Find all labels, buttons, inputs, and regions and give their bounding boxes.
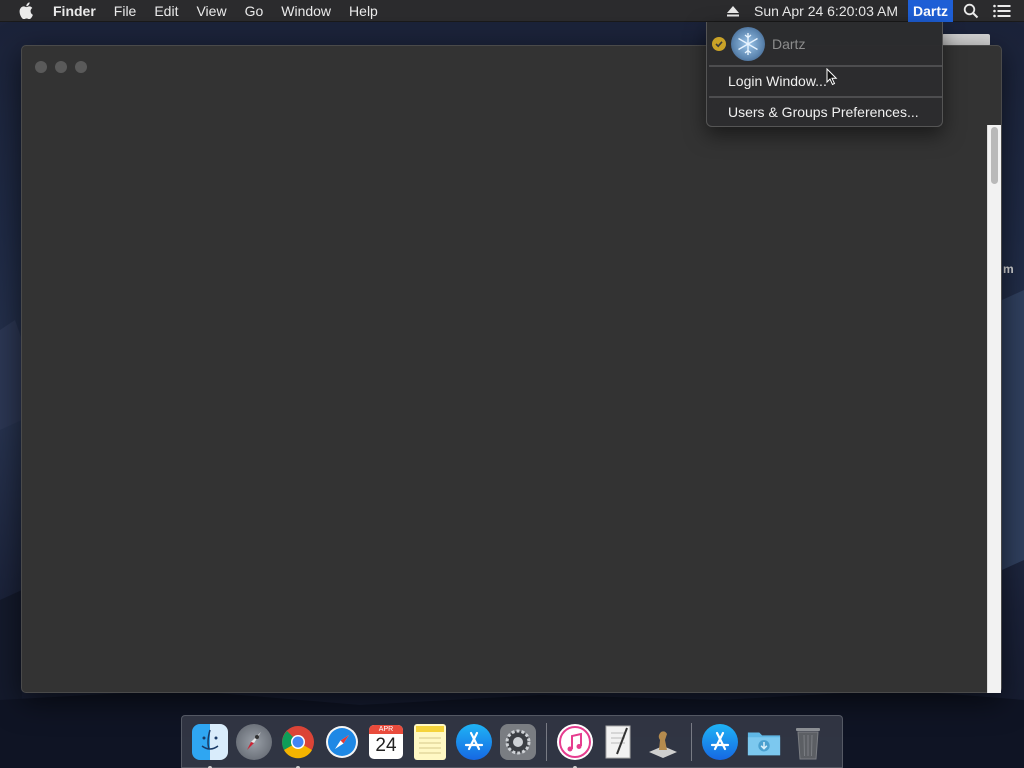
menu-edit[interactable]: Edit <box>154 0 178 22</box>
menu-file[interactable]: File <box>114 0 137 22</box>
calendar-day: 24 <box>375 735 397 756</box>
preview-icon <box>601 724 637 760</box>
dock-launchpad[interactable] <box>235 722 273 762</box>
checkmark-icon <box>712 37 726 51</box>
menu-separator <box>709 65 942 67</box>
dock-chess[interactable] <box>644 722 682 762</box>
finder-window[interactable] <box>21 45 1002 693</box>
user-avatar <box>731 27 765 61</box>
safari-icon <box>324 724 360 760</box>
login-window-item[interactable]: Login Window... <box>728 73 827 89</box>
finder-icon <box>192 724 228 760</box>
spotlight-search-icon[interactable] <box>963 3 979 19</box>
window-close-button[interactable] <box>35 61 47 73</box>
calendar-icon: APR 24 <box>369 725 403 759</box>
users-groups-preferences-item[interactable]: Users & Groups Preferences... <box>728 104 919 120</box>
menu-go[interactable]: Go <box>245 0 264 22</box>
app-store-download-icon <box>702 724 738 760</box>
window-zoom-button[interactable] <box>75 61 87 73</box>
current-user-row[interactable]: Dartz <box>707 26 944 62</box>
eject-icon[interactable] <box>726 4 740 18</box>
menu-separator <box>709 96 942 98</box>
calendar-month: APR <box>369 725 403 734</box>
dock-separator <box>691 723 692 761</box>
chess-icon <box>645 724 681 760</box>
apple-menu-icon[interactable] <box>19 0 37 22</box>
menu-window[interactable]: Window <box>281 0 331 22</box>
menu-clock[interactable]: Sun Apr 24 6:20:03 AM <box>754 3 898 19</box>
downloads-folder-icon <box>746 724 782 760</box>
app-store-icon <box>456 724 492 760</box>
menu-help[interactable]: Help <box>349 0 378 22</box>
dock-app-store[interactable] <box>455 722 493 762</box>
fast-user-switch-menu[interactable]: Dartz <box>907 0 953 22</box>
dock-chrome[interactable] <box>279 722 317 768</box>
notes-icon <box>414 724 446 760</box>
notification-center-icon[interactable] <box>993 4 1011 18</box>
dock: APR 24 <box>181 715 843 768</box>
launchpad-icon <box>236 724 272 760</box>
dock-safari[interactable] <box>323 722 361 762</box>
current-user-name: Dartz <box>772 36 806 52</box>
dock-calendar[interactable]: APR 24 <box>367 722 405 762</box>
dock-app-store-download[interactable] <box>701 722 739 762</box>
background-window-text: m <box>1003 262 1014 276</box>
dock-separator <box>546 723 547 761</box>
dock-preview[interactable] <box>600 722 638 762</box>
app-menu-finder[interactable]: Finder <box>53 0 96 22</box>
system-preferences-icon <box>500 724 536 760</box>
dock-downloads-folder[interactable] <box>745 722 783 762</box>
menu-bar: Finder File Edit View Go Window Help Sun… <box>0 0 1024 22</box>
trash-icon <box>790 724 826 760</box>
dock-finder[interactable] <box>191 722 229 768</box>
menu-view[interactable]: View <box>196 0 226 22</box>
vertical-scrollbar[interactable] <box>987 125 1001 693</box>
scrollbar-thumb[interactable] <box>991 127 998 184</box>
itunes-icon <box>557 724 593 760</box>
chrome-icon <box>280 724 316 760</box>
dock-notes[interactable] <box>411 722 449 762</box>
dock-system-preferences[interactable] <box>499 722 537 762</box>
mouse-pointer-icon <box>826 68 838 86</box>
dock-trash[interactable] <box>789 722 827 762</box>
window-minimize-button[interactable] <box>55 61 67 73</box>
dock-itunes[interactable] <box>556 722 594 768</box>
user-switch-dropdown: Dartz Login Window... Users & Groups Pre… <box>706 22 943 127</box>
